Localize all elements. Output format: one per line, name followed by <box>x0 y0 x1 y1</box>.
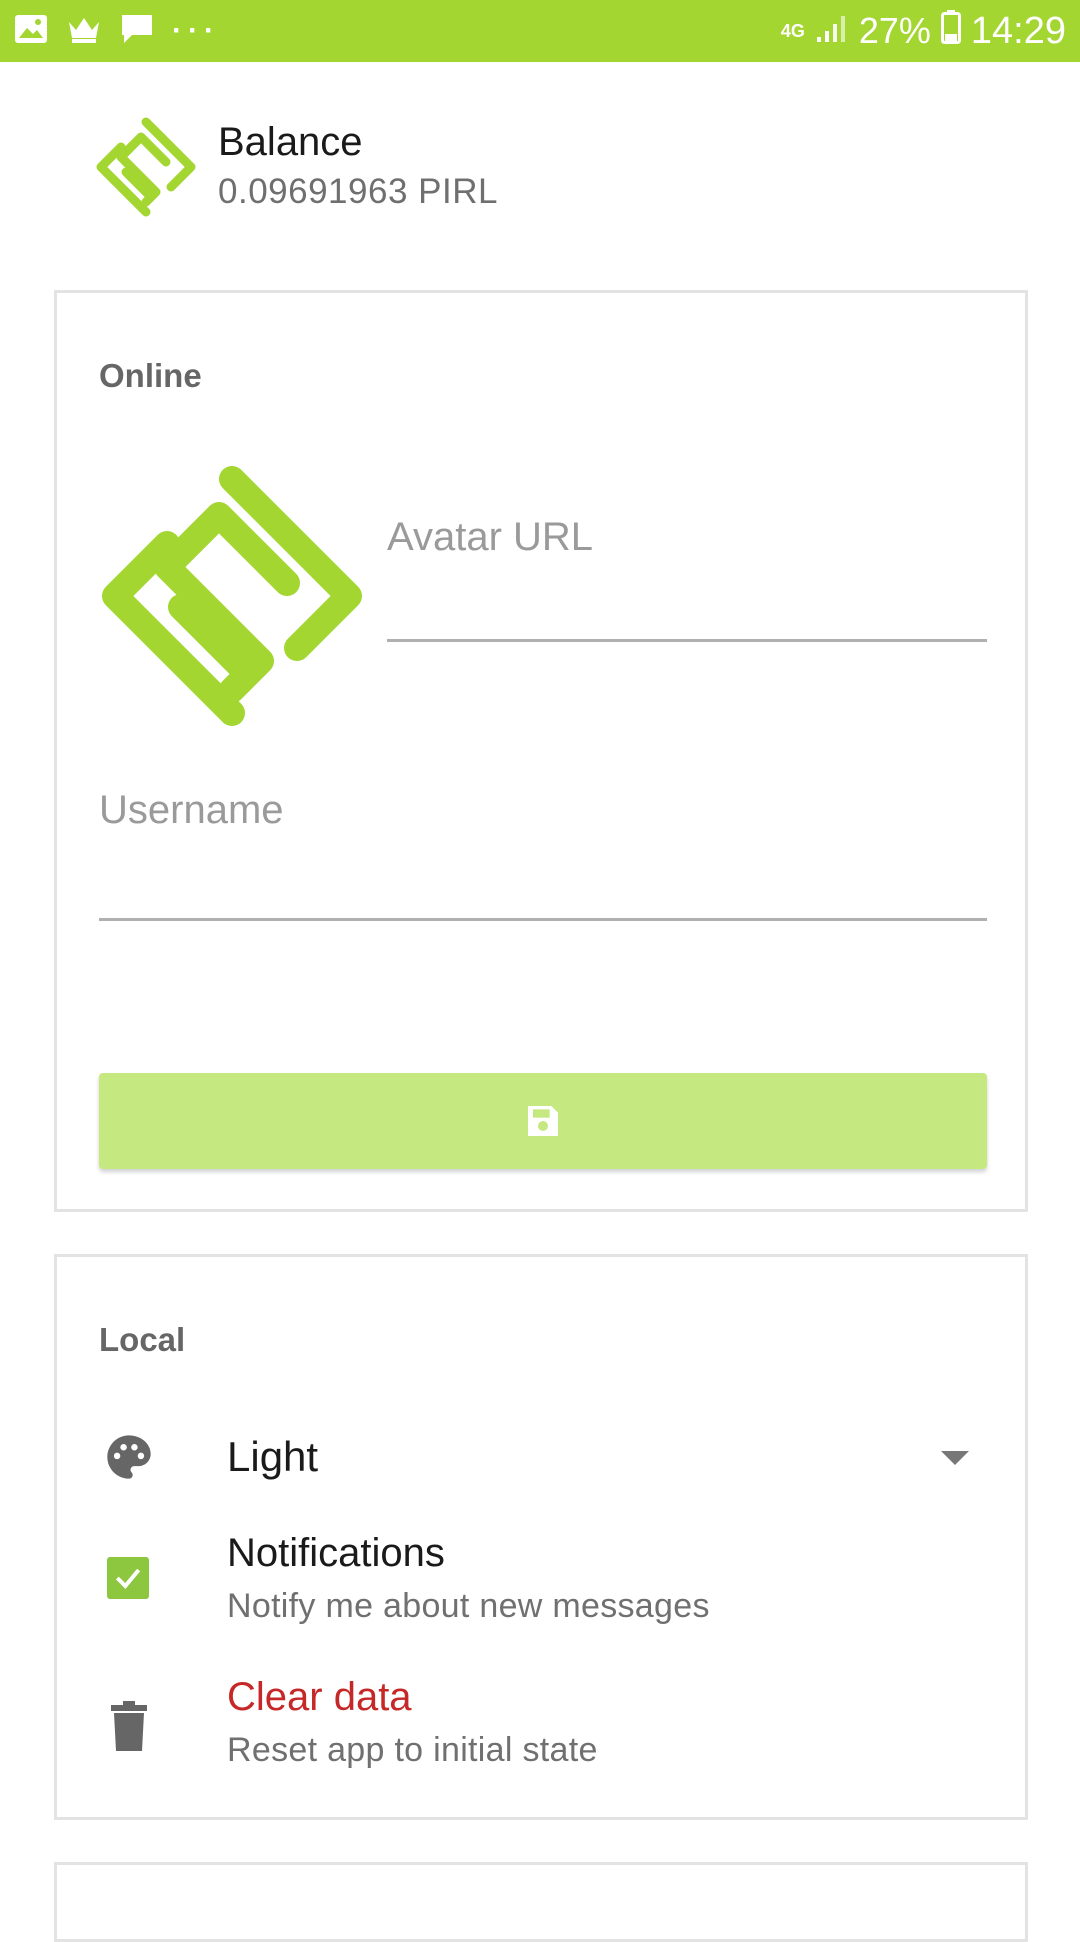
clear-data-title: Clear data <box>227 1675 412 1719</box>
avatar-url-underline <box>387 639 987 642</box>
balance-text: Balance 0.09691963 PIRL <box>218 117 498 217</box>
message-icon <box>120 13 154 50</box>
local-section-title: Local <box>99 1321 186 1358</box>
check-icon <box>115 1568 141 1589</box>
notifications-checkbox[interactable] <box>107 1557 149 1599</box>
notifications-title: Notifications <box>227 1531 445 1575</box>
clear-data-text: Clear data Reset app to initial state <box>227 1671 598 1777</box>
online-card: Online Avatar URL Username <box>54 290 1028 1212</box>
avatar-url-label: Avatar URL <box>387 515 594 559</box>
username-field[interactable]: Username <box>99 788 987 928</box>
username-underline <box>99 918 987 921</box>
clear-data-setting[interactable]: Clear data Reset app to initial state <box>57 1671 1025 1781</box>
status-bar: ··· 4G 27% 14:29 <box>0 0 1080 62</box>
network-type: 4G <box>780 21 805 41</box>
status-left: ··· <box>14 13 220 50</box>
pirl-logo-icon <box>96 117 196 217</box>
clear-data-subtitle: Reset app to initial state <box>227 1731 598 1769</box>
balance-value: 0.09691963 PIRL <box>218 172 498 211</box>
balance-header: Balance 0.09691963 PIRL <box>96 112 498 222</box>
more-notifications-icon: ··· <box>172 14 220 47</box>
local-card: Local Light Notifications Notify me abou… <box>54 1254 1028 1820</box>
balance-title: Balance <box>218 120 363 164</box>
avatar-url-input[interactable] <box>387 573 987 629</box>
online-section-title: Online <box>99 357 202 394</box>
avatar-logo-icon[interactable] <box>97 461 367 731</box>
username-label: Username <box>99 788 284 832</box>
crown-icon <box>66 14 102 49</box>
trash-icon <box>111 1701 147 1751</box>
notifications-text: Notifications Notify me about new messag… <box>227 1527 710 1633</box>
username-input[interactable] <box>99 848 987 904</box>
battery-percent: 27% <box>858 10 931 51</box>
next-card <box>54 1862 1028 1942</box>
notifications-subtitle: Notify me about new messages <box>227 1587 710 1625</box>
gallery-icon <box>14 14 48 49</box>
clock: 14:29 <box>970 9 1066 52</box>
status-right: 4G 27% 14:29 <box>780 9 1066 53</box>
save-button[interactable] <box>99 1073 987 1169</box>
save-icon <box>528 1106 558 1136</box>
battery-icon <box>940 9 961 53</box>
theme-select[interactable]: Light <box>57 1417 1025 1497</box>
avatar-url-field[interactable]: Avatar URL <box>387 503 987 643</box>
signal-icon <box>815 10 849 52</box>
notifications-setting[interactable]: Notifications Notify me about new messag… <box>57 1527 1025 1637</box>
theme-value: Light <box>227 1433 319 1480</box>
chevron-down-icon <box>941 1451 969 1465</box>
palette-icon <box>107 1435 151 1479</box>
